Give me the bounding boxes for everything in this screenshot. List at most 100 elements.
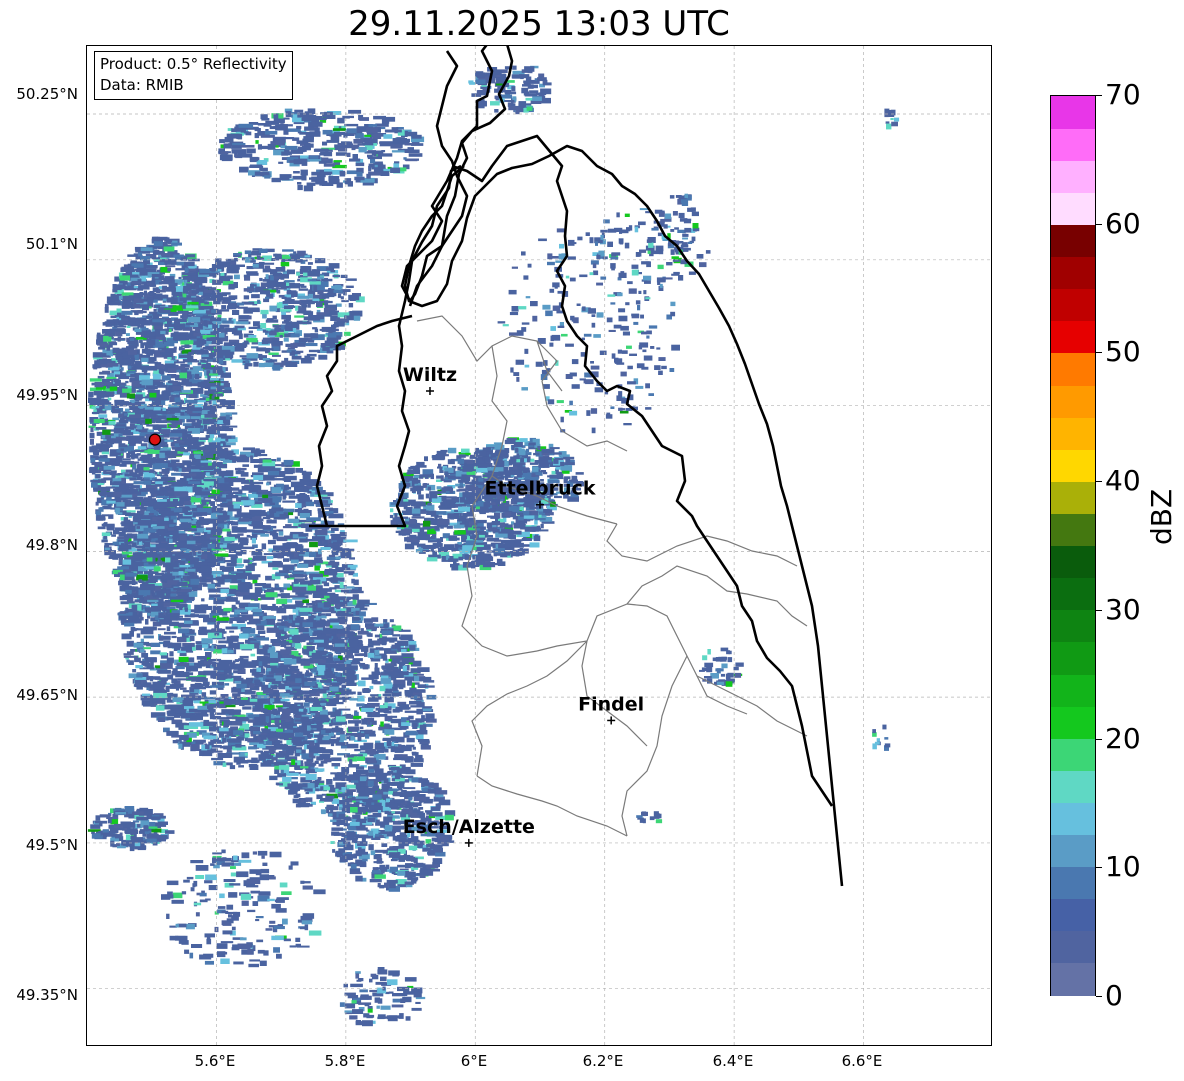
echo-cell (239, 644, 255, 650)
echo-cell (150, 576, 158, 583)
echo-cell (134, 408, 145, 415)
echo-cell (225, 470, 234, 476)
echo-cell (188, 465, 202, 468)
echo-cell (165, 468, 170, 473)
echo-cell (129, 338, 135, 341)
echo-cell (206, 520, 217, 524)
echo-cell (149, 688, 153, 691)
echo-cell (266, 519, 277, 524)
echo-cell (114, 338, 126, 341)
echo-cell (174, 326, 182, 331)
echo-cell (163, 642, 168, 648)
echo-cell (159, 619, 172, 625)
echo-cell (171, 635, 177, 639)
echo-cell (228, 738, 242, 743)
echo-cell (294, 578, 298, 584)
echo-cell (143, 480, 152, 485)
echo-cell (116, 459, 121, 463)
echo-cell (112, 409, 121, 414)
echo-cell (130, 374, 138, 378)
echo-cell (115, 424, 126, 427)
echo-cell (215, 576, 225, 581)
echo-cell (157, 628, 166, 631)
echo-cell (137, 533, 149, 539)
echo-cell (331, 527, 339, 531)
echo-cell (130, 418, 141, 424)
echo-cell (156, 529, 165, 536)
echo-cell (203, 661, 213, 665)
echo-cell (343, 571, 355, 574)
echo-cell (185, 381, 192, 387)
echo-cell (310, 579, 321, 585)
echo-cell (172, 740, 179, 744)
echo-cell (284, 490, 291, 493)
echo-cell (181, 467, 192, 472)
echo-cell (242, 628, 256, 634)
echo-cell (118, 295, 123, 300)
echo-cell (227, 650, 234, 654)
echo-cell (109, 452, 118, 457)
echo-cell (292, 597, 306, 600)
echo-cell (128, 266, 134, 272)
echo-cell (208, 382, 220, 387)
echo-cell (131, 542, 137, 548)
echo-cell (226, 545, 241, 550)
echo-cell (235, 551, 242, 556)
echo-cell (301, 479, 307, 486)
echo-cell (187, 447, 191, 452)
echo-cell (90, 479, 100, 483)
echo-cell (214, 461, 223, 465)
echo-cell (106, 500, 116, 504)
echo-cell (200, 359, 206, 363)
echo-cell (210, 377, 219, 381)
echo-cell (116, 387, 122, 390)
echo-cell (208, 597, 215, 600)
echo-cell (218, 463, 228, 469)
echo-cell (142, 682, 152, 685)
echo-cell (278, 531, 284, 536)
echo-cell (255, 618, 261, 624)
echo-cell (269, 512, 275, 518)
echo-cell (410, 763, 423, 767)
echo-cell (137, 325, 145, 328)
echo-cell (233, 664, 242, 670)
echo-cell (193, 686, 206, 690)
echo-cell (181, 389, 191, 393)
echo-cell (91, 482, 98, 488)
echo-cell (253, 613, 264, 616)
echo-cell (223, 607, 232, 612)
echo-cell (165, 349, 177, 353)
echo-cell (178, 656, 189, 662)
echo-cell (159, 282, 169, 285)
radar-map-canvas: WiltzEttelbruckFindelEsch/Alzette (87, 46, 991, 1045)
echo-cell (242, 464, 249, 467)
echo-cell (136, 673, 143, 678)
echo-cell (234, 609, 248, 613)
echo-cell (132, 464, 137, 470)
echo-cell (171, 242, 182, 246)
echo-cell (144, 541, 151, 548)
echo-cell (230, 635, 239, 640)
echo-cell (133, 363, 139, 367)
echo-cell (239, 542, 249, 546)
echo-cell (314, 760, 319, 764)
echo-cell (173, 335, 186, 341)
echo-cell (266, 556, 274, 560)
echo-cell (177, 582, 188, 587)
echo-cell (190, 578, 200, 585)
echo-cell (201, 638, 213, 644)
echo-cell (235, 572, 247, 579)
echo-cell (155, 540, 161, 543)
echo-cell (127, 341, 135, 345)
echo-cell (232, 456, 244, 462)
echo-cell (249, 481, 264, 485)
echo-cell (145, 418, 152, 424)
echo-cell (167, 368, 177, 373)
echo-cell (244, 752, 248, 756)
echo-cell (303, 486, 309, 491)
echo-cell (227, 700, 232, 705)
echo-cell (188, 481, 200, 484)
radar-map[interactable]: Wiltz Ettelbruck Findel Esch/Alzette (86, 45, 992, 1046)
echo-cell (192, 712, 208, 715)
echo-cell (182, 423, 193, 426)
